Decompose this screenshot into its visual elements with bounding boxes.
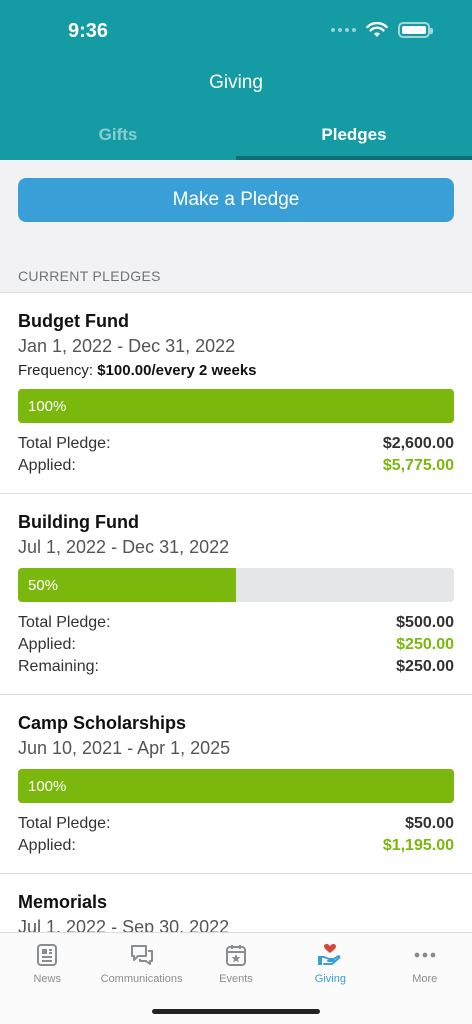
pledge-list: Budget Fund Jan 1, 2022 - Dec 31, 2022 F… <box>0 292 472 932</box>
total-pledge-row: Total Pledge: $500.00 <box>18 612 454 634</box>
applied-row: Applied: $1,195.00 <box>18 835 454 857</box>
progress-bar: 100% <box>18 389 454 423</box>
progress-label: 100% <box>28 398 67 415</box>
tabbar-item-news[interactable]: News <box>0 933 94 1024</box>
frequency-label: Frequency: <box>18 362 94 379</box>
fund-name: Budget Fund <box>18 311 129 331</box>
tabbar-label: Events <box>219 973 253 985</box>
status-time: 9:36 <box>68 20 109 42</box>
applied-label: Applied: <box>18 457 76 474</box>
pledge-amounts: Total Pledge: $2,600.00 Applied: $5,775.… <box>18 433 454 477</box>
pledge-item[interactable]: Memorials Jul 1, 2022 - Sep 30, 2022 <box>0 874 472 932</box>
pledge-frequency: Frequency: $100.00/every 2 weeks <box>18 362 454 379</box>
chat-bubbles-icon <box>130 945 153 965</box>
pledge-dates: Jul 1, 2022 - Dec 31, 2022 <box>18 537 230 557</box>
section-header-current-pledges: CURRENT PLEDGES <box>18 268 161 284</box>
page-title: Giving <box>209 72 263 93</box>
pledge-item[interactable]: Budget Fund Jan 1, 2022 - Dec 31, 2022 F… <box>0 293 472 494</box>
cta-container: Make a Pledge <box>18 178 454 222</box>
total-pledge-value: $2,600.00 <box>382 435 454 452</box>
fund-name: Building Fund <box>18 512 139 532</box>
remaining-value: $250.00 <box>396 658 454 675</box>
pledge-item[interactable]: Camp Scholarships Jun 10, 2021 - Apr 1, … <box>0 695 472 874</box>
remaining-label: Remaining: <box>18 658 99 675</box>
total-pledge-row: Total Pledge: $50.00 <box>18 813 454 835</box>
pledge-amounts: Total Pledge: $50.00 Applied: $1,195.00 <box>18 813 454 857</box>
tabbar-label: Communications <box>100 973 183 985</box>
total-pledge-value: $500.00 <box>396 614 454 631</box>
total-pledge-label: Total Pledge: <box>18 614 111 631</box>
applied-row: Applied: $250.00 <box>18 634 454 656</box>
progress-bar: 100% <box>18 769 454 803</box>
fund-name: Camp Scholarships <box>18 713 187 733</box>
segment-tabs: Gifts Pledges <box>0 112 472 160</box>
progress-label: 50% <box>28 577 59 594</box>
tabbar-label: More <box>412 973 438 985</box>
progress-bar-fill <box>18 389 454 423</box>
frequency-value: $100.00/every 2 weeks <box>97 362 257 379</box>
more-dots-icon <box>414 952 436 958</box>
hand-heart-icon <box>318 944 341 965</box>
applied-value: $5,775.00 <box>382 457 454 474</box>
make-pledge-button[interactable]: Make a Pledge <box>18 178 454 222</box>
progress-bar: 50% <box>18 568 454 602</box>
cellular-signal-icon <box>331 28 356 32</box>
tabbar-label: News <box>33 973 61 985</box>
pledge-amounts: Total Pledge: $500.00 Applied: $250.00 R… <box>18 612 454 678</box>
pledge-dates: Jun 10, 2021 - Apr 1, 2025 <box>18 738 231 758</box>
calendar-star-icon <box>225 945 246 966</box>
wifi-icon <box>366 22 388 37</box>
battery-icon <box>398 22 433 38</box>
news-icon <box>37 944 58 966</box>
tabbar-label: Giving <box>314 973 346 985</box>
tabbar-item-more[interactable]: More <box>378 933 472 1024</box>
total-pledge-label: Total Pledge: <box>18 815 111 832</box>
pledge-dates: Jul 1, 2022 - Sep 30, 2022 <box>18 917 230 932</box>
home-indicator <box>152 1009 320 1014</box>
applied-value: $250.00 <box>396 636 454 653</box>
fund-name: Memorials <box>18 892 108 912</box>
status-icons <box>331 22 433 38</box>
applied-row: Applied: $5,775.00 <box>18 455 454 477</box>
app-header: 9:36 Giving Gifts Pledges <box>0 0 472 160</box>
progress-label: 100% <box>28 778 67 795</box>
applied-value: $1,195.00 <box>382 837 454 854</box>
applied-label: Applied: <box>18 837 76 854</box>
status-bar: 9:36 <box>0 0 472 64</box>
total-pledge-value: $50.00 <box>405 815 454 832</box>
pledge-item[interactable]: Building Fund Jul 1, 2022 - Dec 31, 2022… <box>0 494 472 695</box>
total-pledge-label: Total Pledge: <box>18 435 111 452</box>
applied-label: Applied: <box>18 636 76 653</box>
total-pledge-row: Total Pledge: $2,600.00 <box>18 433 454 455</box>
progress-bar-fill <box>18 769 454 803</box>
tab-gifts[interactable]: Gifts <box>0 112 236 160</box>
tab-pledges[interactable]: Pledges <box>236 112 472 160</box>
remaining-row: Remaining: $250.00 <box>18 656 454 678</box>
pledge-dates: Jan 1, 2022 - Dec 31, 2022 <box>18 336 236 356</box>
